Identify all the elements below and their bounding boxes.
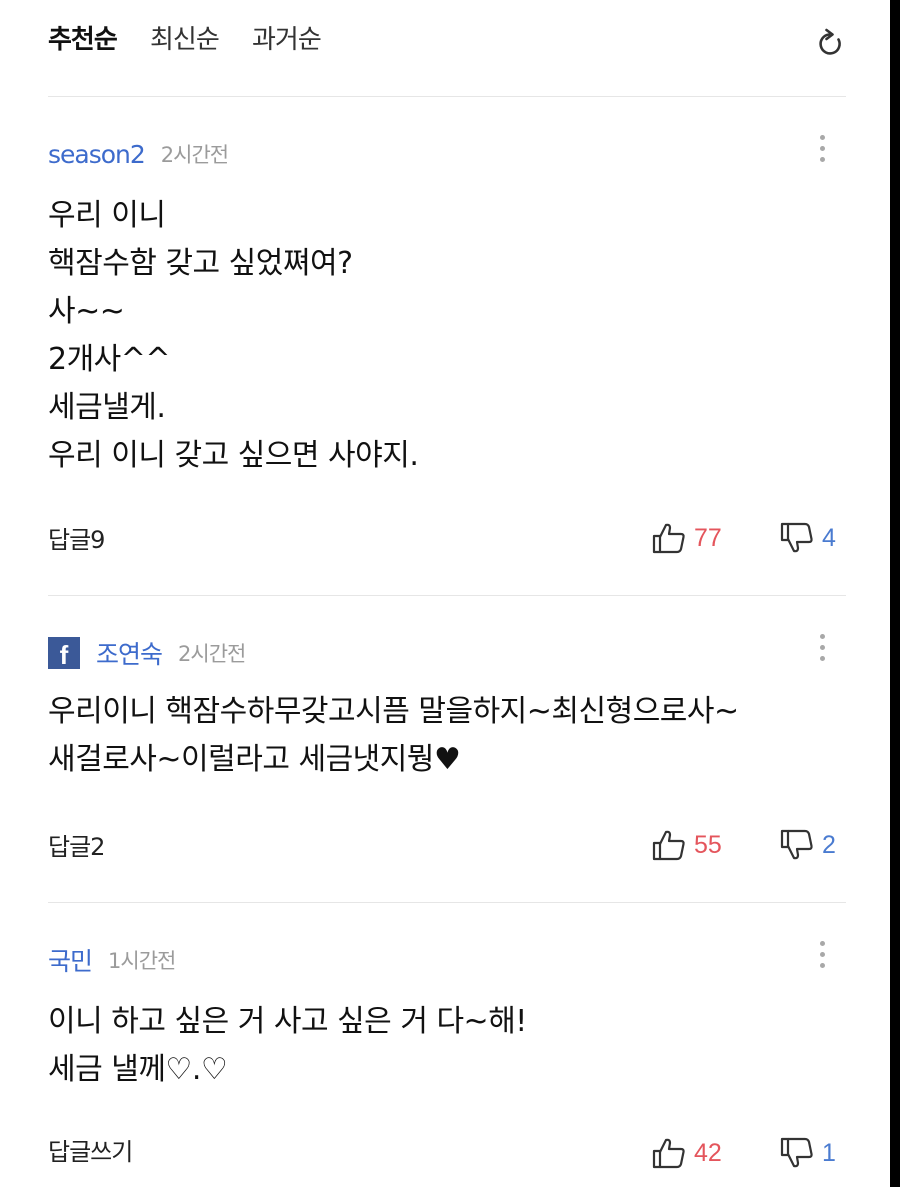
- like-button[interactable]: 77: [652, 521, 722, 555]
- sort-tab-recommended[interactable]: 추천순: [48, 22, 118, 58]
- dislike-button[interactable]: 1: [780, 1136, 836, 1170]
- thumbs-up-icon: [652, 1137, 686, 1169]
- comment-text: 우리이니 핵잠수하무갖고시픔 말을하지~최신형으로사~ 새걸로사~이럴라고 세금…: [48, 694, 739, 777]
- dislike-count: 4: [822, 523, 836, 552]
- dislike-count: 2: [822, 830, 836, 859]
- reply-button[interactable]: 답글2: [48, 830, 105, 864]
- thumbs-down-icon: [780, 1137, 814, 1169]
- comment-item: season2 2시간전 우리 이니 핵잠수함 갖고 싶었쪄여? 사~~ 2개사…: [48, 97, 846, 596]
- comment-meta: season2 2시간전: [48, 137, 229, 171]
- like-count: 77: [694, 523, 722, 552]
- reply-button[interactable]: 답글9: [48, 523, 105, 557]
- thumbs-up-icon: [652, 522, 686, 554]
- dislike-button[interactable]: 2: [780, 828, 836, 862]
- dislike-button[interactable]: 4: [780, 521, 836, 555]
- comment-author[interactable]: 국민: [48, 942, 93, 978]
- comment-time: 1시간전: [108, 949, 176, 973]
- comment-author[interactable]: 조연숙: [96, 635, 163, 671]
- reply-button[interactable]: 답글쓰기: [48, 1135, 133, 1169]
- sort-bar: 추천순 최신순 과거순: [48, 0, 846, 97]
- comment-meta: 국민 1시간전: [48, 942, 176, 978]
- like-count: 55: [694, 830, 722, 859]
- thumbs-down-icon: [780, 829, 814, 861]
- comment-item: 국민 1시간전 이니 하고 싶은 거 사고 싶은 거 다~해! 세금 낼께♡.♡…: [48, 903, 846, 1187]
- comment-text: 우리 이니 핵잠수함 갖고 싶었쪄여? 사~~ 2개사^^ 세금낼게. 우리 이…: [48, 198, 419, 473]
- more-vertical-icon[interactable]: [820, 135, 826, 165]
- more-vertical-icon[interactable]: [820, 941, 826, 971]
- sort-tab-oldest[interactable]: 과거순: [252, 22, 322, 58]
- thumbs-up-icon: [652, 829, 686, 861]
- comment-text: 이니 하고 싶은 거 사고 싶은 거 다~해! 세금 낼께♡.♡: [48, 1004, 527, 1087]
- thumbs-down-icon: [780, 522, 814, 554]
- sort-tab-latest[interactable]: 최신순: [150, 22, 220, 58]
- dislike-count: 1: [822, 1138, 836, 1167]
- comment-meta: f 조연숙 2시간전: [48, 635, 246, 671]
- more-vertical-icon[interactable]: [820, 634, 826, 664]
- refresh-icon[interactable]: [816, 26, 846, 60]
- like-button[interactable]: 55: [652, 828, 722, 862]
- comment-page: 추천순 최신순 과거순 season2 2시간전 우리 이니 핵잠수함 갖고 싶…: [0, 0, 890, 1187]
- comment-time: 2시간전: [160, 143, 229, 167]
- comment-author[interactable]: season2: [48, 140, 146, 169]
- comment-item: f 조연숙 2시간전 우리이니 핵잠수하무갖고시픔 말을하지~최신형으로사~ 새…: [48, 596, 846, 903]
- facebook-icon: f: [48, 637, 80, 669]
- comment-time: 2시간전: [178, 642, 246, 666]
- like-button[interactable]: 42: [652, 1136, 722, 1170]
- like-count: 42: [694, 1138, 722, 1167]
